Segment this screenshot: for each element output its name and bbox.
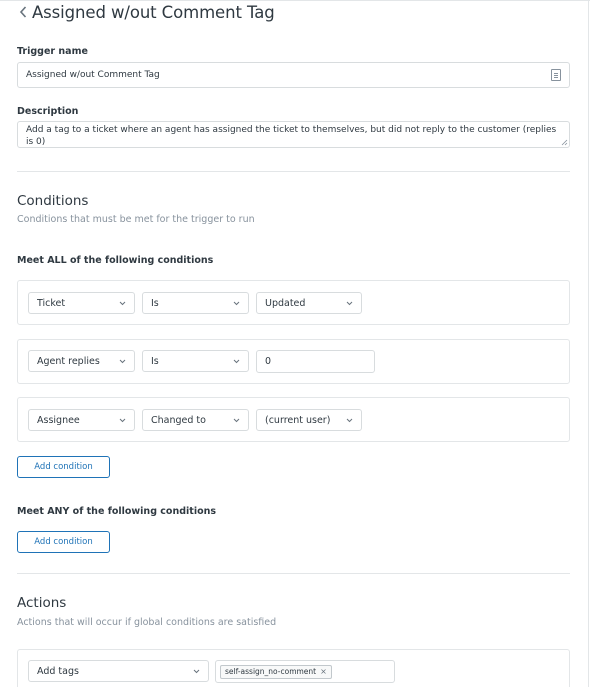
resize-handle-icon[interactable] [561,139,568,146]
action-type-value: Add tags [37,665,79,677]
meet-any-label: Meet ANY of the following conditions [17,506,217,517]
trigger-name-value: Assigned w/out Comment Tag [26,70,160,80]
description-label: Description [17,106,79,117]
condition-operator-select[interactable]: Is [142,350,249,372]
condition-operator-select[interactable]: Changed to [142,409,249,431]
condition-row: Assignee Changed to (current user) [17,397,570,442]
actions-heading: Actions [17,595,67,611]
chevron-down-icon [119,359,126,363]
meet-all-label: Meet ALL of the following conditions [17,255,214,266]
chevron-down-icon [193,669,200,673]
condition-field-select[interactable]: Agent replies [28,350,135,372]
chevron-down-icon [233,359,240,363]
chevron-down-icon [119,301,126,305]
description-textarea[interactable]: Add a tag to a ticket where an agent has… [17,121,570,148]
divider [17,171,570,172]
condition-value-text: 0 [265,356,272,367]
condition-operator-value: Is [151,355,159,367]
page-header: Assigned w/out Comment Tag [16,0,275,24]
divider [17,573,570,574]
condition-field-select[interactable]: Ticket [28,292,135,314]
tags-input[interactable]: self-assign_no-comment × [215,660,395,683]
condition-field-value: Agent replies [37,355,100,367]
condition-value-select[interactable]: (current user) [256,409,362,431]
action-row: Add tags self-assign_no-comment × [17,649,570,687]
chevron-down-icon [119,418,126,422]
actions-subtext: Actions that will occur if global condit… [17,617,277,628]
chevron-down-icon [233,301,240,305]
conditions-heading: Conditions [17,193,89,209]
condition-field-select[interactable]: Assignee [28,409,135,431]
chevron-down-icon [346,418,353,422]
tag-label: self-assign_no-comment [225,667,317,676]
chevron-down-icon [233,418,240,422]
condition-row: Agent replies Is 0 [17,339,570,384]
page-title: Assigned w/out Comment Tag [32,2,275,22]
condition-operator-select[interactable]: Is [142,292,249,314]
condition-value-select[interactable]: Updated [256,292,362,314]
condition-operator-value: Is [151,297,159,309]
condition-value-input[interactable]: 0 [256,350,375,373]
condition-value-value: (current user) [265,414,331,426]
condition-row: Ticket Is Updated [17,280,570,325]
trigger-name-input[interactable]: Assigned w/out Comment Tag [17,62,570,88]
tag-chip: self-assign_no-comment × [220,664,332,679]
right-border [588,0,589,687]
condition-operator-value: Changed to [151,414,206,426]
add-all-condition-button[interactable]: Add condition [17,456,110,478]
back-chevron-icon[interactable] [16,0,30,24]
remove-tag-icon[interactable]: × [320,667,327,676]
chevron-down-icon [346,301,353,305]
condition-field-value: Ticket [37,297,66,309]
condition-value-value: Updated [265,297,306,309]
description-value: Add a tag to a ticket where an agent has… [26,125,557,147]
conditions-subtext: Conditions that must be met for the trig… [17,214,255,225]
contact-card-icon [551,69,561,81]
trigger-name-label: Trigger name [17,46,88,57]
condition-field-value: Assignee [37,414,80,426]
add-any-condition-button[interactable]: Add condition [17,531,110,553]
action-type-select[interactable]: Add tags [28,660,209,682]
